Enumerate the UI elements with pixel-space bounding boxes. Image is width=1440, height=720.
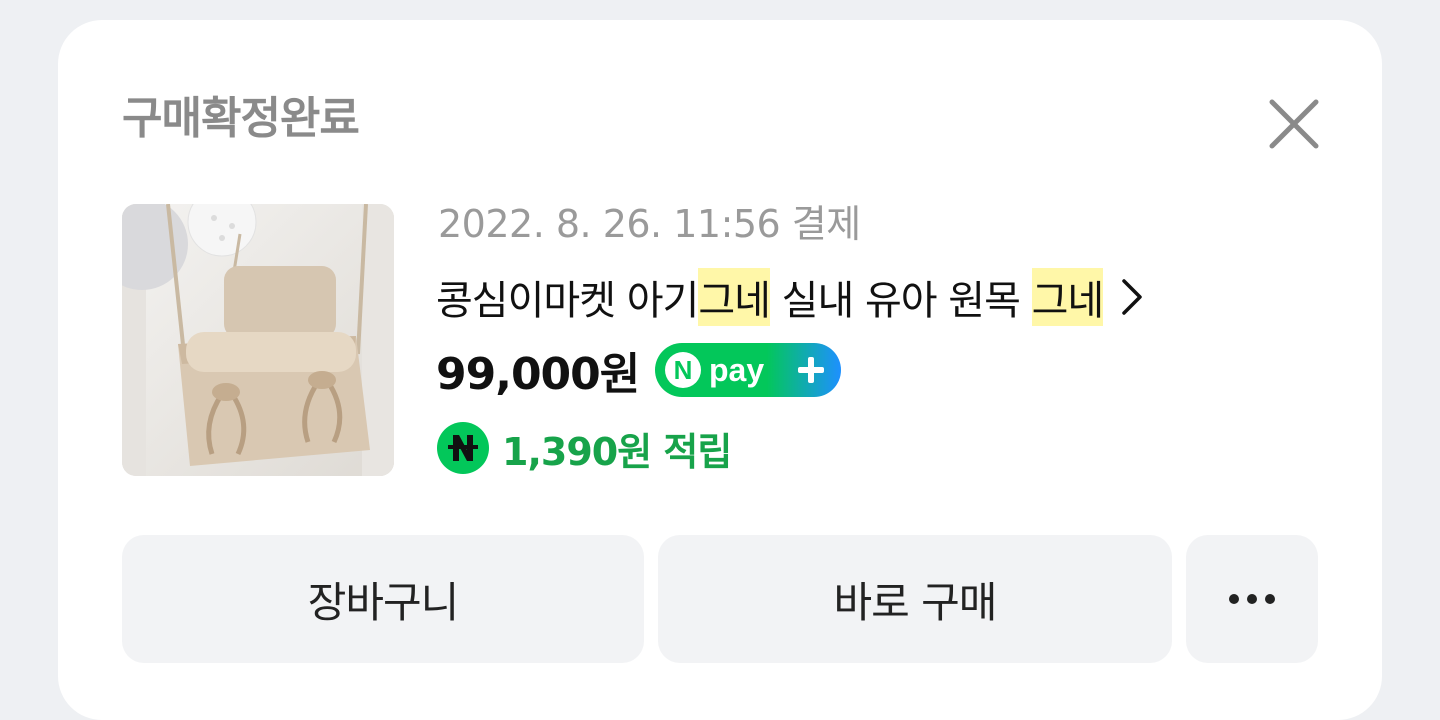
reward-amount: 1,390원 적립 <box>502 429 732 474</box>
product-name-highlight: 그네 <box>698 268 771 326</box>
more-options-button[interactable] <box>1186 535 1318 663</box>
more-dots-icon <box>1229 594 1275 604</box>
product-name-link[interactable]: 콩심이마켓 아기 그네 실내 유아 원목 그네 <box>436 266 1143 328</box>
npay-label: pay <box>709 352 764 388</box>
product-name-part: 실내 유아 원목 <box>769 278 1032 324</box>
naver-point-icon <box>437 422 489 474</box>
product-name-highlight: 그네 <box>1031 268 1104 326</box>
page-title: 구매확정완료 <box>122 93 360 144</box>
npay-letter: N <box>674 355 693 385</box>
npay-plus-badge: N pay <box>655 343 842 397</box>
close-icon <box>1269 99 1319 149</box>
chevron-right-icon <box>1122 279 1142 315</box>
reward-row: 1,390원 적립 <box>436 420 732 476</box>
product-name-part: 콩심이마켓 아기 <box>436 278 699 324</box>
add-to-cart-button[interactable]: 장바구니 <box>122 535 644 663</box>
price-row: 99,000원 N pay <box>436 338 842 402</box>
product-price: 99,000원 <box>436 349 640 400</box>
product-thumbnail[interactable] <box>122 204 394 476</box>
close-button[interactable] <box>1264 94 1324 154</box>
baby-swing-image <box>122 204 394 476</box>
buy-now-button[interactable]: 바로 구매 <box>658 535 1172 663</box>
payment-date: 2022. 8. 26. 11:56 결제 <box>438 202 861 246</box>
